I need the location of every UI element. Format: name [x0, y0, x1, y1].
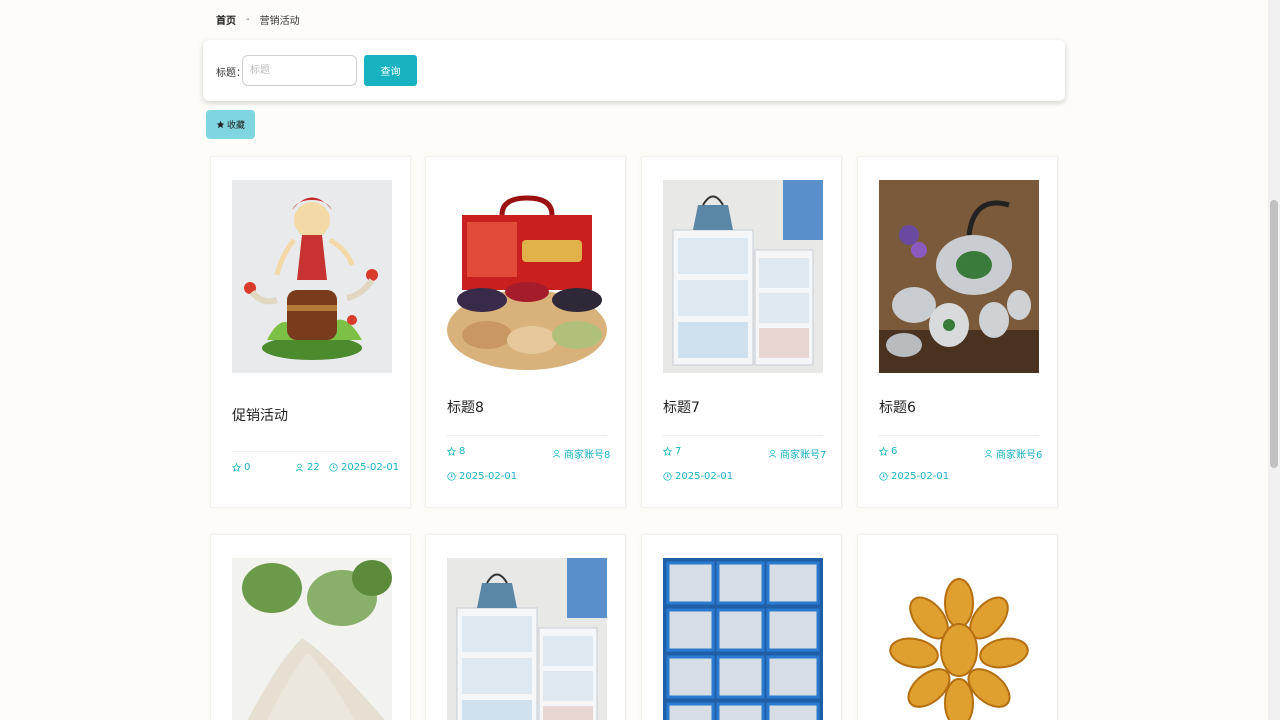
star-outline-icon [663, 447, 672, 456]
like-count-value: 7 [675, 446, 682, 457]
product-card[interactable]: 促销活动 0 22 2025-02-01 [210, 156, 411, 508]
publish-date-value: 2025-02-01 [675, 471, 734, 482]
card-title[interactable]: 标题6 [879, 397, 916, 417]
card-title[interactable]: 标题7 [663, 397, 700, 417]
like-count[interactable]: 8 [447, 446, 465, 457]
favorite-label: 收藏 [226, 121, 245, 131]
search-panel: 标题： 查询 [203, 40, 1065, 101]
favorite-button[interactable]: 收藏 [206, 110, 255, 139]
breadcrumb-home[interactable]: 首页 [216, 12, 236, 27]
star-outline-icon [447, 447, 456, 456]
card-title[interactable]: 标题8 [447, 397, 484, 417]
star-outline-icon [232, 463, 241, 472]
scrollbar-thumb[interactable] [1270, 200, 1278, 468]
product-card[interactable] [425, 534, 626, 720]
publish-date: 2025-02-01 [329, 462, 399, 473]
product-card[interactable] [641, 534, 842, 720]
clock-icon [329, 463, 338, 472]
card-image[interactable] [447, 558, 607, 720]
publish-date: 2025-02-01 [663, 471, 733, 482]
product-card[interactable]: 标题6 6 商家账号6 2025-02-01 [857, 156, 1058, 508]
like-count[interactable]: 6 [879, 446, 897, 457]
merchant-account-value: 商家账号7 [780, 450, 827, 461]
publish-date-value: 2025-02-01 [459, 471, 518, 482]
card-divider [232, 451, 392, 452]
card-image[interactable] [663, 180, 823, 373]
card-divider [663, 435, 823, 436]
publish-date-value: 2025-02-01 [891, 471, 950, 482]
star-outline-icon [879, 447, 888, 456]
merchant-account[interactable]: 商家账号7 [768, 446, 826, 461]
publish-date: 2025-02-01 [879, 471, 949, 482]
card-divider [879, 435, 1039, 436]
user-icon [295, 463, 304, 472]
star-filled-icon [216, 120, 225, 129]
breadcrumb-current: 营销活动 [259, 16, 300, 27]
user-icon [552, 449, 561, 458]
search-input[interactable] [242, 55, 357, 86]
clock-icon [447, 472, 456, 481]
merchant-account[interactable]: 商家账号8 [552, 446, 610, 461]
card-image[interactable] [663, 558, 823, 720]
merchant-account[interactable]: 商家账号6 [984, 446, 1042, 461]
user-icon [984, 449, 993, 458]
card-image[interactable] [232, 180, 392, 373]
card-image[interactable] [232, 558, 392, 720]
publish-date-value: 2025-02-01 [341, 462, 400, 473]
product-card[interactable] [210, 534, 411, 720]
card-divider [447, 435, 607, 436]
merchant-account-value: 商家账号8 [564, 450, 611, 461]
clock-icon [663, 472, 672, 481]
card-image[interactable] [447, 180, 607, 373]
view-count-value: 22 [307, 462, 320, 473]
search-button[interactable]: 查询 [364, 55, 417, 86]
merchant-account-value: 商家账号6 [996, 450, 1043, 461]
like-count-value: 0 [244, 462, 251, 473]
breadcrumb: 首页 - 营销活动 [216, 12, 300, 27]
card-title[interactable]: 促销活动 [232, 405, 288, 425]
like-count-value: 8 [459, 446, 466, 457]
like-count[interactable]: 7 [663, 446, 681, 457]
product-card[interactable]: 标题7 7 商家账号7 2025-02-01 [641, 156, 842, 508]
breadcrumb-separator: - [246, 14, 250, 25]
like-count-value: 6 [891, 446, 898, 457]
publish-date: 2025-02-01 [447, 471, 517, 482]
page-scrollbar[interactable] [1268, 0, 1280, 720]
user-icon [768, 449, 777, 458]
product-card[interactable]: 标题8 8 商家账号8 2025-02-01 [425, 156, 626, 508]
card-image[interactable] [879, 180, 1039, 373]
clock-icon [879, 472, 888, 481]
like-count[interactable]: 0 [232, 462, 250, 473]
card-image[interactable] [879, 558, 1039, 720]
product-card[interactable] [857, 534, 1058, 720]
view-count: 22 [295, 462, 320, 473]
